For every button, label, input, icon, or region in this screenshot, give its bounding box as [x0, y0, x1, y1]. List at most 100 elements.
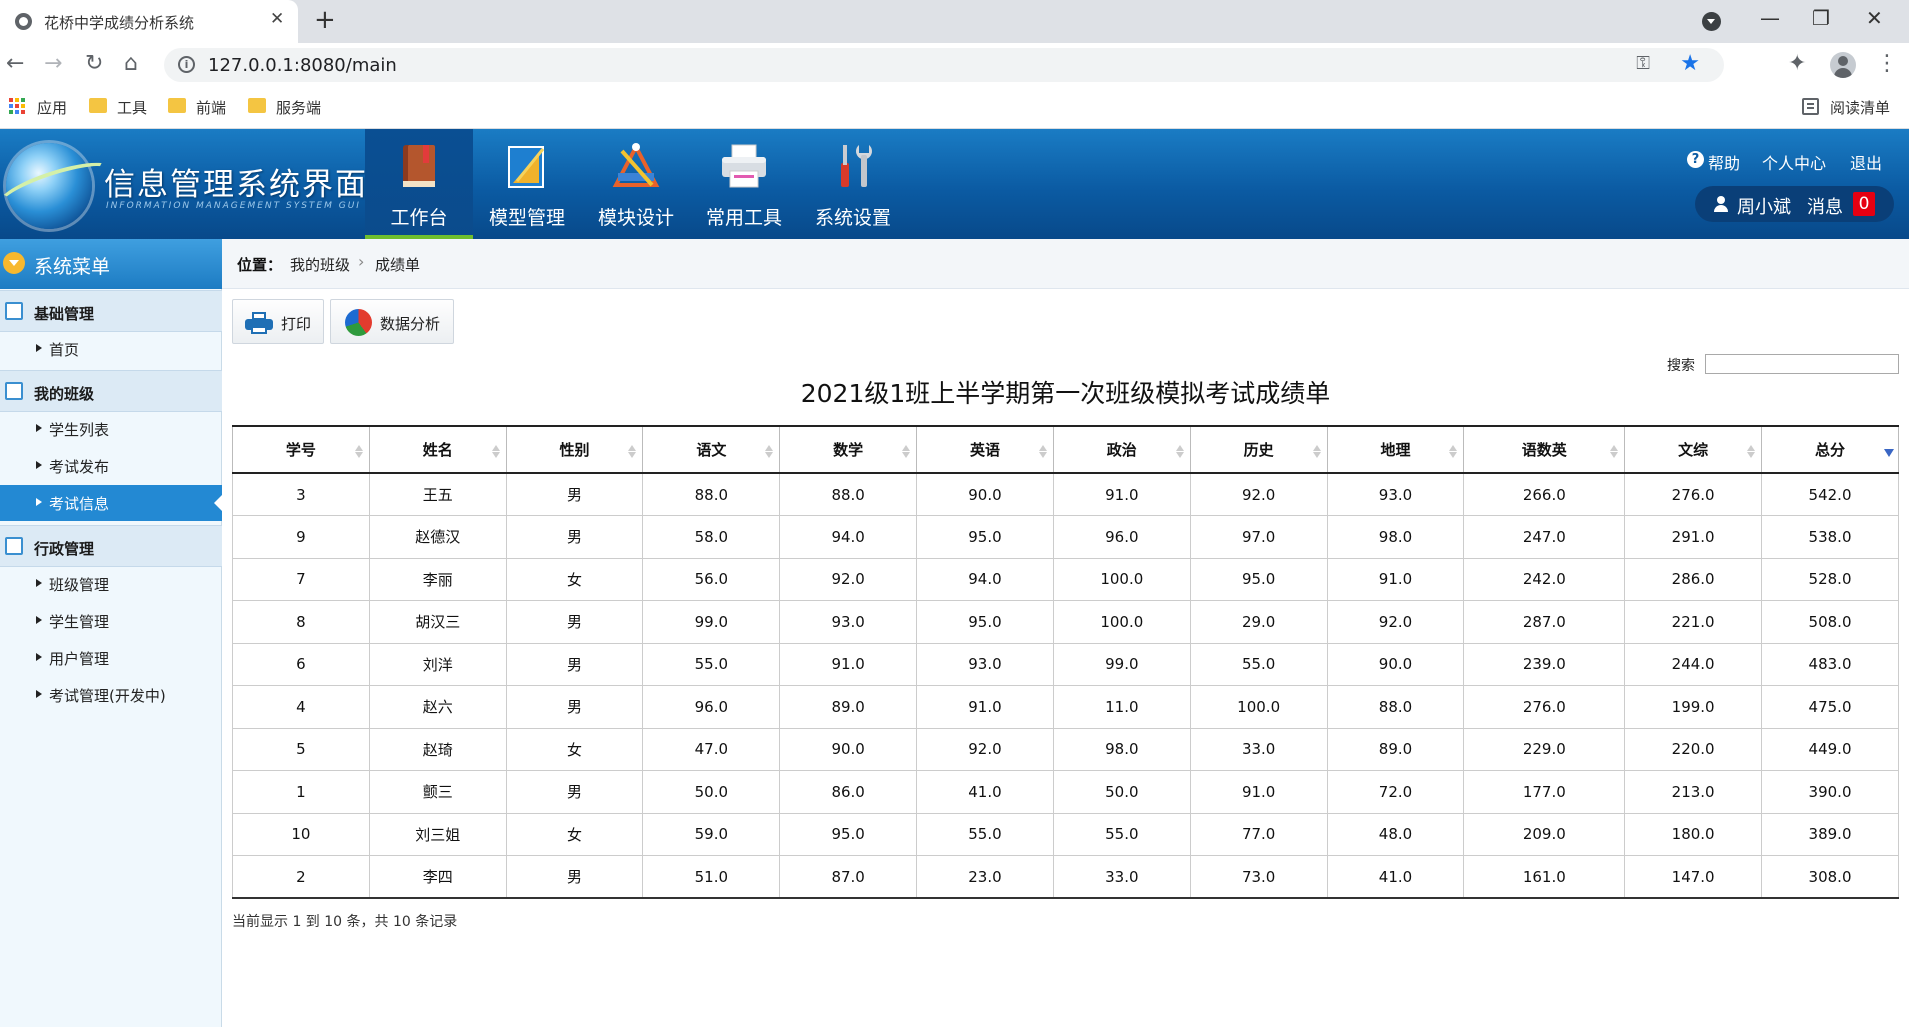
- sidebar-item-user-management[interactable]: 用户管理: [0, 640, 222, 676]
- close-tab-icon[interactable]: ✕: [270, 9, 284, 29]
- table-row[interactable]: 3 王五男 88.0 88.0 90.0 91.0 92.0 93.0 266.0 276.0 54…: [232, 472, 1899, 516]
- sort-icon[interactable]: [1312, 441, 1321, 459]
- sort-desc-icon[interactable]: [1884, 441, 1894, 459]
- column-header[interactable]: 英语: [916, 425, 1054, 474]
- help-icon[interactable]: ?: [1687, 151, 1704, 168]
- sidebar-item-student-list[interactable]: 学生列表: [0, 411, 222, 447]
- table-cell: 538.0: [1761, 515, 1899, 559]
- table-row[interactable]: 9 赵德汉男 58.0 94.0 95.0 96.0 97.0 98.0 247.0 291.0 5…: [232, 515, 1899, 559]
- sort-icon[interactable]: [1747, 441, 1756, 459]
- table-row[interactable]: 1 颤三男 50.0 86.0 41.0 50.0 91.0 72.0 177.0 213.0 39…: [232, 770, 1899, 814]
- search-input[interactable]: [1705, 354, 1899, 374]
- minimize-icon[interactable]: —: [1760, 6, 1780, 30]
- sidebar-item-home[interactable]: 首页: [0, 331, 222, 367]
- message-count-badge[interactable]: 0: [1853, 192, 1875, 216]
- help-link[interactable]: 帮助: [1708, 150, 1740, 174]
- profile-link[interactable]: 个人中心: [1762, 150, 1826, 174]
- table-cell: 97.0: [1189, 515, 1328, 559]
- table-row[interactable]: 4 赵六男 96.0 89.0 91.0 11.0 100.0 88.0 276.0 199.0 4…: [232, 685, 1899, 729]
- home-icon[interactable]: ⌂: [124, 51, 138, 76]
- column-header[interactable]: 数学: [779, 425, 918, 474]
- table-row[interactable]: 6 刘洋男 55.0 91.0 93.0 99.0 55.0 90.0 239.0 244.0 48…: [232, 642, 1899, 686]
- sort-icon[interactable]: [1449, 441, 1458, 459]
- column-header[interactable]: 历史: [1189, 425, 1328, 474]
- column-header-label: 英语: [969, 441, 1000, 459]
- new-tab-button[interactable]: +: [314, 5, 336, 35]
- sort-icon[interactable]: [765, 441, 774, 459]
- bookmark-frontend[interactable]: 前端: [196, 97, 226, 118]
- key-icon[interactable]: ⚿: [1636, 53, 1650, 74]
- table-row[interactable]: 2 李四男 51.0 87.0 23.0 33.0 73.0 41.0 161.0 147.0 30…: [232, 855, 1899, 899]
- nav-module-design[interactable]: 模块设计: [582, 129, 690, 239]
- column-header[interactable]: 语数英: [1463, 425, 1626, 474]
- browser-tab[interactable]: 花桥中学成绩分析系统 ✕: [0, 0, 298, 43]
- sidebar-item-exam-management[interactable]: 考试管理(开发中): [0, 677, 222, 713]
- apps-grid-icon[interactable]: [9, 98, 26, 115]
- nav-common-tools[interactable]: 常用工具: [690, 129, 798, 239]
- data-analysis-button[interactable]: 数据分析: [330, 299, 454, 344]
- url-text[interactable]: 127.0.0.1:8080/main: [208, 55, 397, 76]
- forward-icon[interactable]: →: [44, 51, 62, 76]
- column-header[interactable]: 文综: [1624, 425, 1763, 474]
- chat-icon: [5, 382, 23, 400]
- sidebar-item-exam-info[interactable]: 考试信息: [0, 485, 222, 521]
- sidebar-group-basic[interactable]: 基础管理: [0, 290, 222, 332]
- sidebar-item-class-management[interactable]: 班级管理: [0, 566, 222, 602]
- nav-workbench[interactable]: 工作台: [365, 129, 473, 239]
- bookmark-tools[interactable]: 工具: [117, 97, 147, 118]
- sidebar-group-my-class[interactable]: 我的班级: [0, 370, 222, 412]
- table-row[interactable]: 8 胡汉三男 99.0 93.0 95.0 100.0 29.0 92.0 287.0 221.0…: [232, 600, 1899, 644]
- nav-model-management[interactable]: 模型管理: [473, 129, 581, 239]
- table-cell: 276.0: [1463, 685, 1626, 729]
- site-info-icon[interactable]: i: [178, 56, 195, 73]
- username[interactable]: 周小斌: [1737, 193, 1791, 219]
- sort-icon[interactable]: [1175, 441, 1184, 459]
- column-header-label: 总分: [1815, 441, 1846, 459]
- bookmark-backend[interactable]: 服务端: [276, 97, 321, 118]
- column-header[interactable]: 语文: [642, 425, 781, 474]
- sort-icon[interactable]: [491, 441, 500, 459]
- reading-list[interactable]: 阅读清单: [1830, 97, 1890, 118]
- close-window-icon[interactable]: ✕: [1866, 6, 1883, 30]
- sort-icon[interactable]: [1038, 441, 1047, 459]
- sort-icon[interactable]: [902, 441, 911, 459]
- messages-link[interactable]: 消息: [1807, 193, 1843, 219]
- sort-icon[interactable]: [628, 441, 637, 459]
- table-row[interactable]: 7 李丽女 56.0 92.0 94.0 100.0 95.0 91.0 242.0 286.0 5…: [232, 557, 1899, 601]
- bookmark-apps[interactable]: 应用: [37, 97, 67, 118]
- sort-icon[interactable]: [354, 441, 363, 459]
- breadcrumb-my-class[interactable]: 我的班级: [290, 254, 350, 275]
- bookmark-star-icon[interactable]: ★: [1680, 51, 1700, 76]
- table-cell: 赵六: [368, 685, 507, 729]
- column-header[interactable]: 政治: [1052, 425, 1191, 474]
- logout-link[interactable]: 退出: [1850, 150, 1882, 174]
- table-row[interactable]: 10 刘三姐女 59.0 95.0 55.0 55.0 77.0 48.0 209.0 180.0…: [232, 812, 1899, 856]
- restore-icon[interactable]: ❐: [1812, 6, 1830, 30]
- column-header[interactable]: 性别: [505, 425, 644, 474]
- print-button[interactable]: 打印: [232, 299, 324, 344]
- tab-search-icon[interactable]: [1702, 12, 1721, 31]
- column-header[interactable]: 总分: [1761, 425, 1899, 474]
- sidebar-item-label: 考试信息: [49, 495, 110, 513]
- column-header[interactable]: 地理: [1326, 425, 1465, 474]
- browser-menu-icon[interactable]: ⋮: [1876, 51, 1898, 76]
- sort-icon[interactable]: [1610, 441, 1619, 459]
- address-bar[interactable]: i 127.0.0.1:8080/main ⚿ ★: [164, 48, 1724, 82]
- caret-right-icon: [36, 498, 46, 506]
- profile-avatar[interactable]: [1830, 52, 1856, 78]
- extensions-icon[interactable]: ✦: [1788, 51, 1806, 76]
- table-row[interactable]: 5 赵琦女 47.0 90.0 92.0 98.0 33.0 89.0 229.0 220.0 44…: [232, 727, 1899, 771]
- column-header[interactable]: 学号: [232, 425, 370, 474]
- sidebar-item-student-management[interactable]: 学生管理: [0, 603, 222, 639]
- column-header[interactable]: 姓名: [368, 425, 507, 474]
- printer-tool-icon: [722, 144, 766, 188]
- sidebar-item-exam-publish[interactable]: 考试发布: [0, 448, 222, 484]
- sidebar-group-admin[interactable]: 行政管理: [0, 525, 222, 567]
- reading-list-icon[interactable]: [1802, 98, 1819, 115]
- table-cell: 4: [232, 685, 370, 729]
- reload-icon[interactable]: ↻: [85, 51, 103, 76]
- nav-system-settings[interactable]: 系统设置: [799, 129, 907, 239]
- back-icon[interactable]: ←: [6, 51, 24, 76]
- bookmarks-bar: 应用 工具 前端 服务端 阅读清单: [0, 87, 1909, 129]
- table-cell: 93.0: [916, 642, 1054, 686]
